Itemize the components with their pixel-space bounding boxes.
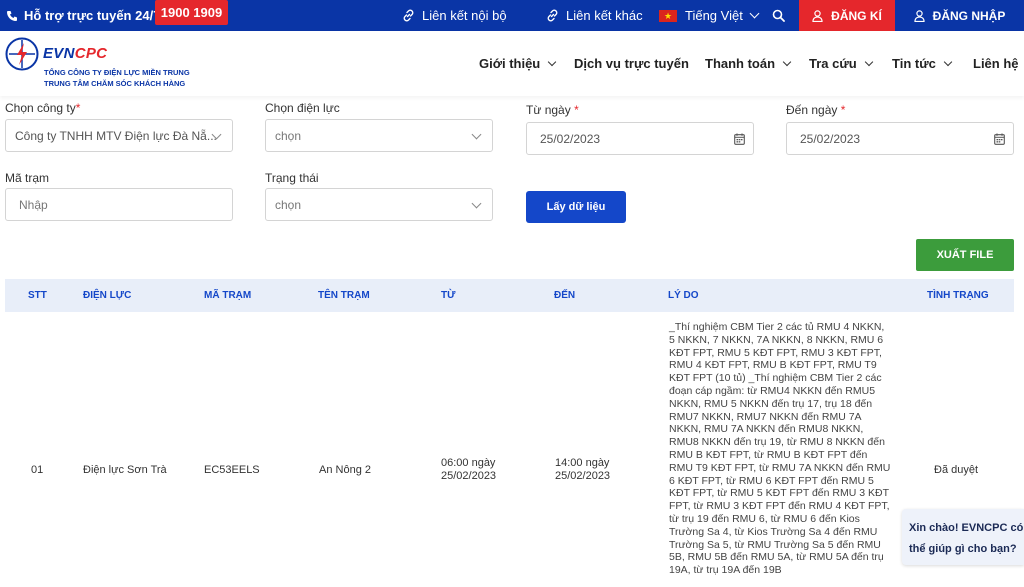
- cell-stt: 01: [31, 464, 44, 476]
- cell-reason: _Thí nghiệm CBM Tier 2 các tủ RMU 4 NKKN…: [669, 321, 891, 577]
- nav-thanh-toan[interactable]: Thanh toán: [705, 31, 792, 96]
- cell-power: Điện lực Sơn Trà: [83, 464, 167, 476]
- table-header: STT ĐIỆN LỰC MÃ TRẠM TÊN TRẠM TỪ ĐẾN LÝ …: [5, 279, 1014, 312]
- company-subtitle: TỔNG CÔNG TY ĐIỆN LỰC MIỀN TRUNG: [44, 68, 190, 77]
- login-button[interactable]: ĐĂNG NHẬP: [895, 0, 1024, 31]
- col-power: ĐIỆN LỰC: [83, 290, 132, 301]
- vietnam-flag-icon: [659, 9, 677, 22]
- station-label: Mã trạm: [5, 171, 50, 185]
- user-icon: [812, 9, 823, 22]
- calendar-icon: [734, 133, 745, 145]
- hotline-button[interactable]: 1900 1909: [155, 0, 228, 25]
- search-button[interactable]: [772, 0, 792, 31]
- chat-line-2: thể giúp gì cho bạn?: [909, 543, 1017, 555]
- login-label: ĐĂNG NHẬP: [932, 8, 1006, 23]
- col-stt: STT: [28, 290, 47, 301]
- power-select[interactable]: chọn: [265, 119, 493, 152]
- language-label: Tiếng Việt: [685, 8, 743, 23]
- cell-status: Đã duyệt: [934, 464, 979, 476]
- power-label: Chọn điện lực: [265, 101, 340, 115]
- cell-from-date: 25/02/2023: [441, 470, 497, 482]
- link-icon: [403, 9, 414, 22]
- nav-lien-he[interactable]: Liên hệ: [973, 31, 1019, 96]
- cell-from-time: 06:00 ngày: [441, 457, 496, 469]
- top-bar: Hỗ trợ trực tuyến 24/7: 1900 1909 Liên k…: [0, 0, 1024, 31]
- nav-tin-tuc[interactable]: Tin tức: [892, 31, 953, 96]
- from-date-label: Từ ngày *: [526, 103, 579, 117]
- nav-dich-vu[interactable]: Dịch vụ trực tuyến: [574, 31, 689, 96]
- chevron-down-icon: [782, 57, 792, 66]
- search-icon: [772, 9, 785, 22]
- col-code: MÃ TRẠM: [204, 290, 252, 301]
- support-info: Hỗ trợ trực tuyến 24/7:: [6, 0, 165, 31]
- nav-gioi-thieu[interactable]: Giới thiệu: [479, 31, 557, 96]
- col-to: ĐẾN: [554, 290, 576, 301]
- center-subtitle: TRUNG TÂM CHĂM SÓC KHÁCH HÀNG: [44, 79, 186, 88]
- nav-tra-cuu[interactable]: Tra cứu: [809, 31, 873, 96]
- chevron-down-icon: [943, 57, 953, 66]
- col-reason: LÝ DO: [668, 290, 699, 301]
- to-date-input[interactable]: 25/02/2023: [786, 122, 1014, 155]
- cell-to-date: 25/02/2023: [555, 470, 611, 482]
- chevron-down-icon: [471, 129, 482, 140]
- internal-link[interactable]: Liên kết nội bộ: [402, 0, 507, 31]
- chat-line-1: Xin chào! EVNCPC có: [909, 522, 1024, 534]
- col-from: TỪ: [441, 290, 456, 301]
- cell-code: EC53EELS: [204, 464, 260, 476]
- register-button[interactable]: ĐĂNG KÍ: [799, 0, 895, 31]
- chevron-down-icon: [548, 57, 557, 66]
- register-label: ĐĂNG KÍ: [831, 8, 882, 23]
- status-label: Trạng thái: [265, 171, 319, 185]
- col-status: TÌNH TRẠNG: [927, 290, 989, 301]
- user-icon: [914, 9, 925, 22]
- other-link[interactable]: Liên kết khác: [546, 0, 643, 31]
- main-header: EVNCPC TỔNG CÔNG TY ĐIỆN LỰC MIỀN TRUNG …: [0, 31, 1024, 96]
- col-name: TÊN TRẠM: [318, 290, 370, 301]
- export-file-button[interactable]: XUẤT FILE: [916, 239, 1014, 271]
- evncpc-logo[interactable]: EVNCPC TỔNG CÔNG TY ĐIỆN LỰC MIỀN TRUNG …: [5, 37, 205, 91]
- language-selector[interactable]: Tiếng Việt: [659, 0, 760, 31]
- to-date-label: Đến ngày *: [786, 103, 846, 117]
- brand-name: EVNCPC: [43, 45, 108, 62]
- fetch-data-button[interactable]: Lấy dữ liệu: [526, 191, 626, 223]
- chevron-down-icon: [864, 57, 873, 66]
- company-label: Chọn công ty*: [5, 101, 81, 115]
- calendar-icon: [994, 133, 1005, 145]
- status-select[interactable]: chọn: [265, 188, 493, 221]
- internal-link-label: Liên kết nội bộ: [422, 8, 507, 23]
- cell-name: An Nông 2: [319, 464, 371, 476]
- phone-icon: [7, 10, 17, 21]
- chat-widget[interactable]: Xin chào! EVNCPC có thể giúp gì cho bạn?: [902, 509, 1024, 565]
- from-date-input[interactable]: 25/02/2023: [526, 122, 754, 155]
- station-input[interactable]: Nhập: [5, 188, 233, 221]
- support-text: Hỗ trợ trực tuyến 24/7:: [24, 8, 165, 23]
- evn-emblem-icon: [5, 37, 39, 71]
- other-link-label: Liên kết khác: [566, 8, 643, 23]
- company-select[interactable]: Công ty TNHH MTV Điện lực Đà Nẵ...: [5, 119, 233, 152]
- cell-to-time: 14:00 ngày: [555, 457, 610, 469]
- chevron-down-icon: [749, 8, 760, 19]
- link-icon: [547, 9, 558, 22]
- chevron-down-icon: [471, 198, 482, 209]
